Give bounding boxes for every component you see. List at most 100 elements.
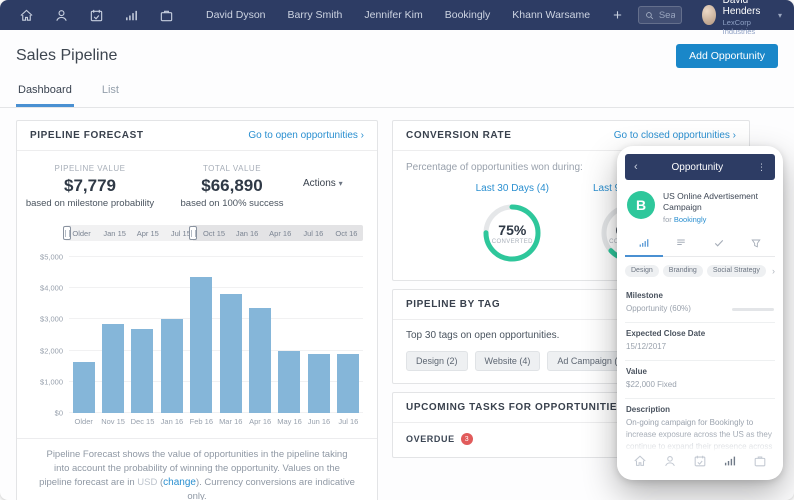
tab-list[interactable]: List xyxy=(100,78,121,107)
pipeline-chart-icon[interactable] xyxy=(124,8,139,23)
slider-tick-label: Apr 15 xyxy=(131,229,164,238)
slider-handle-right[interactable] xyxy=(189,226,197,240)
donut-30-caption: CONVERTED xyxy=(492,239,533,245)
app-window: David DysonBarry SmithJennifer KimBookin… xyxy=(0,0,794,500)
donut-30-percent: 75% xyxy=(498,222,526,238)
currency-code: USD xyxy=(137,477,157,488)
topbar-nav-item[interactable]: Barry Smith xyxy=(277,9,354,21)
pipeline-chart-icon[interactable] xyxy=(723,454,737,468)
topbar-nav-item[interactable]: Bookingly xyxy=(434,9,502,21)
opportunity-tag-pill[interactable]: Design xyxy=(625,265,659,277)
slider-tick-label: Jan 15 xyxy=(98,229,131,238)
bar-jan-16[interactable] xyxy=(161,319,183,413)
pipeline-forecast-title: PIPELINE FORECAST xyxy=(30,130,144,141)
bar-feb-16[interactable] xyxy=(190,277,212,413)
value-value: $22,000 Fixed xyxy=(626,379,774,391)
open-opportunities-link[interactable]: Go to open opportunities › xyxy=(248,130,364,141)
bar-jul-16[interactable] xyxy=(337,354,359,413)
x-axis-label: May 16 xyxy=(275,417,304,426)
search-box xyxy=(638,6,682,24)
topbar-nav-item[interactable]: Jennifer Kim xyxy=(353,9,433,21)
opportunity-tag-row: Design Branding Social Strategy › xyxy=(625,257,775,285)
x-axis-label: Nov 15 xyxy=(98,417,127,426)
chevron-right-icon[interactable]: › xyxy=(772,266,775,276)
topbar-nav-item[interactable]: David Dyson xyxy=(195,9,277,21)
total-value-label: TOTAL VALUE xyxy=(161,164,303,173)
donut-30-days: Last 30 Days (4) 75% CONVERTED xyxy=(476,183,549,264)
add-tab-button[interactable]: + xyxy=(613,8,622,23)
slider-tick-label: Jan 16 xyxy=(231,229,264,238)
opportunity-tabs xyxy=(625,233,775,257)
add-opportunity-button[interactable]: Add Opportunity xyxy=(676,44,778,68)
pipeline-forecast-header: PIPELINE FORECAST Go to open opportuniti… xyxy=(17,121,377,151)
tab-notes-icon[interactable] xyxy=(663,233,701,257)
last-30-days-link[interactable]: Last 30 Days (4) xyxy=(476,183,549,194)
value-label: Value xyxy=(626,367,774,376)
tab-activity-chart-icon[interactable] xyxy=(625,233,663,257)
y-axis-label: $3,000 xyxy=(40,315,63,324)
y-axis-label: $0 xyxy=(55,409,63,418)
tab-funnel-icon[interactable] xyxy=(738,233,776,257)
user-avatar xyxy=(702,5,715,25)
search-input[interactable] xyxy=(659,10,675,21)
page-title: Sales Pipeline xyxy=(16,47,117,65)
calendar-icon[interactable] xyxy=(89,8,104,23)
total-value-caption: based on 100% success xyxy=(161,198,303,209)
topbar-nav-item[interactable]: Khann Warsame xyxy=(501,9,601,21)
closed-opportunities-link[interactable]: Go to closed opportunities › xyxy=(614,130,736,141)
overdue-count-badge: 3 xyxy=(461,433,473,445)
milestone-label: Milestone xyxy=(626,291,774,300)
donut-chart-30: 75% CONVERTED xyxy=(481,202,543,264)
back-icon[interactable]: ‹ xyxy=(634,161,638,173)
actions-dropdown[interactable]: Actions ▾ xyxy=(303,164,367,209)
date-range-slider[interactable]: OlderJan 15Apr 15Jul 15Oct 15Jan 16Apr 1… xyxy=(65,225,363,241)
opportunity-tag-pill[interactable]: Branding xyxy=(663,265,703,277)
upcoming-tasks-title: UPCOMING TASKS FOR OPPORTUNITIES xyxy=(406,402,624,413)
forecast-stats: PIPELINE VALUE $7,779 based on milestone… xyxy=(17,151,377,213)
y-axis-label: $4,000 xyxy=(40,284,63,293)
slider-tick-label: Apr 16 xyxy=(264,229,297,238)
slider-handle-left[interactable] xyxy=(63,226,71,240)
milestone-progress-bar xyxy=(732,308,774,311)
contacts-icon[interactable] xyxy=(54,8,69,23)
bar-dec-15[interactable] xyxy=(131,329,153,413)
tab-tasks-check-icon[interactable] xyxy=(700,233,738,257)
total-value-stat: TOTAL VALUE $66,890 based on 100% succes… xyxy=(161,164,303,209)
y-axis-label: $5,000 xyxy=(40,253,63,262)
contacts-icon[interactable] xyxy=(663,454,677,468)
bar-may-16[interactable] xyxy=(278,351,300,413)
bar-mar-16[interactable] xyxy=(220,294,242,413)
page-tabs: Dashboard List xyxy=(0,72,794,108)
company-link[interactable]: Bookingly xyxy=(674,215,707,224)
x-axis-label: Dec 15 xyxy=(128,417,157,426)
search-icon xyxy=(645,11,654,20)
opportunity-tag-pill[interactable]: Social Strategy xyxy=(707,265,766,277)
bar-jun-16[interactable] xyxy=(308,354,330,413)
change-currency-link[interactable]: change xyxy=(163,477,196,488)
tab-dashboard[interactable]: Dashboard xyxy=(16,78,74,107)
chevron-down-icon: ▾ xyxy=(339,179,343,188)
user-profile[interactable]: David Henders LexCorp Industries ▾ xyxy=(702,0,782,36)
user-name: David Henders xyxy=(723,0,767,18)
bar-series xyxy=(69,257,363,413)
bar-apr-16[interactable] xyxy=(249,308,271,413)
briefcase-icon[interactable] xyxy=(159,8,174,23)
briefcase-icon[interactable] xyxy=(753,454,767,468)
description-label: Description xyxy=(626,405,774,414)
pipeline-value-caption: based on milestone probability xyxy=(19,198,161,209)
x-axis-label: Jul 16 xyxy=(334,417,363,426)
tag-pill[interactable]: Design (2) xyxy=(406,351,468,371)
home-icon[interactable] xyxy=(633,454,647,468)
company-avatar: B xyxy=(627,191,655,219)
kebab-menu-icon[interactable]: ⋮ xyxy=(757,162,766,173)
opportunity-profile: B US Online Advertisement Campaign for B… xyxy=(625,180,775,233)
value-field: Value $22,000 Fixed xyxy=(625,360,775,398)
tag-pill[interactable]: Website (4) xyxy=(475,351,541,371)
y-axis-label: $2,000 xyxy=(40,346,63,355)
calendar-icon[interactable] xyxy=(693,454,707,468)
pipeline-value-stat: PIPELINE VALUE $7,779 based on milestone… xyxy=(19,164,161,209)
total-value: $66,890 xyxy=(161,176,303,196)
bar-older[interactable] xyxy=(73,362,95,413)
home-icon[interactable] xyxy=(19,8,34,23)
bar-nov-15[interactable] xyxy=(102,324,124,413)
